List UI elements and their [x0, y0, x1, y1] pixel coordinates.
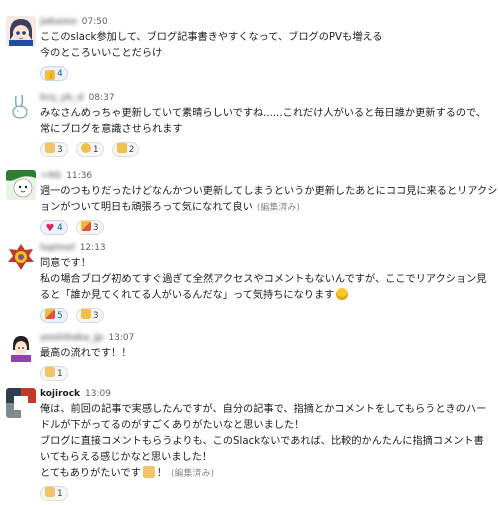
reaction-thumbs-up[interactable]: 3	[75, 308, 104, 323]
grinning-face-icon	[336, 288, 349, 300]
message-text: 俺は、前回の記事で実感したんですが、自分の記事で、指摘とかコメントをしてもらうと…	[40, 404, 487, 415]
message-text: 最高の流れです！！	[40, 348, 132, 359]
reaction-bar: ♥ 4 3	[40, 220, 494, 236]
timestamp[interactable]: 07:50	[82, 17, 108, 27]
message-text: 常にブログを意識させられます	[40, 124, 183, 135]
message-text: みなさんめっちゃ更新していて素晴らしいですね......これだけ人がいると毎日誰…	[40, 108, 486, 119]
rabbit-avatar-icon[interactable]	[6, 92, 36, 122]
reaction-count: 4	[57, 69, 63, 79]
reaction-party-popper[interactable]: 3	[75, 220, 104, 235]
message-text: ブログに直接コメントもらうよりも、このSlackないであれば、比較的かんたんに指…	[40, 436, 484, 447]
reaction-bar: 1	[40, 366, 494, 382]
message-text: 私の場合ブログ初めてすぐ過ぎて全然アクセスやコメントもないんですが、ここでリアク…	[40, 274, 487, 285]
reaction-clapping-hands[interactable]: 1	[40, 366, 68, 381]
reaction-raising-hands[interactable]: 1	[40, 486, 68, 501]
user-name[interactable]: lupinol	[40, 240, 75, 256]
user-name[interactable]: jakamo	[40, 14, 77, 30]
thumbs-up-icon	[116, 143, 127, 153]
message-suffix: ！	[156, 468, 167, 479]
timestamp[interactable]: 12:13	[80, 243, 106, 253]
reaction-flexed-biceps[interactable]: 3	[40, 142, 68, 157]
reaction-bar: 3 1 2	[40, 142, 494, 158]
reaction-count: 1	[57, 369, 63, 379]
message-text: ると「誰か見てくれてる人がいるんだな」って気持ちになります	[40, 290, 335, 301]
person-avatar-icon[interactable]	[6, 332, 36, 362]
thumbs-up-icon	[80, 309, 91, 319]
reaction-count: 1	[92, 145, 99, 155]
message-text: ドルが下がってるのがすごくありがたいなと思いました！	[40, 420, 305, 431]
user-name[interactable]: kojirock	[40, 386, 80, 402]
reaction-smile[interactable]: 1	[75, 142, 104, 157]
message-text: 週一のつもりだったけどなんかつい更新してしまうというか更新したあとにココ見に来る…	[40, 186, 498, 197]
emblem-avatar-icon[interactable]	[6, 242, 36, 272]
party-popper-icon	[45, 309, 55, 319]
reaction-count: 1	[57, 489, 63, 499]
reaction-count: 3	[57, 145, 63, 155]
message-text: ョンがついて明日も頑張ろって気になれて良い	[40, 202, 253, 213]
reaction-count: 3	[92, 223, 99, 233]
edited-label: (編集済み)	[170, 469, 214, 479]
flexed-biceps-icon	[45, 143, 55, 153]
raising-hands-icon	[45, 487, 55, 497]
anime-girl-avatar-icon[interactable]	[6, 16, 36, 46]
message-text: とてもありがたいです	[40, 468, 141, 479]
geometric-avatar-icon[interactable]	[6, 388, 36, 418]
reaction-count: 2	[128, 145, 135, 155]
green-character-avatar-icon[interactable]	[6, 170, 36, 200]
timestamp[interactable]: 08:37	[89, 93, 115, 103]
message-text: 今のところいいことだらけ	[40, 48, 163, 59]
edited-label: (編集済み)	[256, 203, 300, 213]
heart-icon: ♥	[45, 223, 55, 234]
reaction-bar: 👍 4	[40, 66, 494, 82]
user-name[interactable]: kry_yk_d	[40, 90, 84, 106]
message-text: 同意です！	[40, 258, 91, 269]
bowing-person-icon	[142, 466, 155, 478]
clapping-hands-icon	[45, 367, 55, 377]
timestamp[interactable]: 13:07	[108, 333, 134, 343]
reaction-count: 4	[57, 223, 63, 233]
reaction-heart[interactable]: ♥ 4	[40, 220, 68, 235]
message-text: いてもらえる感じかなと思いました！	[40, 452, 213, 463]
reaction-bar: 5 3	[40, 308, 494, 324]
thumbs-up-icon: 👍	[45, 70, 55, 80]
timestamp[interactable]: 11:36	[66, 171, 92, 181]
message-feed: jakamo 07:50 ここのslack参加して、ブログ記事書きやすくなって、ブ…	[0, 0, 498, 501]
party-popper-icon	[80, 221, 91, 231]
timestamp[interactable]: 13:09	[85, 389, 111, 399]
reaction-count: 3	[92, 311, 99, 321]
reaction-thumbs-up[interactable]: 👍 4	[40, 66, 68, 81]
reaction-thumbs-up[interactable]: 2	[111, 142, 140, 157]
reaction-party-popper[interactable]: 5	[40, 308, 68, 323]
user-name[interactable]: yoshitaka_jp	[40, 330, 103, 346]
smile-face-icon	[80, 143, 91, 153]
message-text: ここのslack参加して、ブログ記事書きやすくなって、ブログのPVも増える	[40, 32, 383, 43]
user-name[interactable]: +0G	[40, 168, 61, 184]
reaction-count: 5	[57, 311, 63, 321]
